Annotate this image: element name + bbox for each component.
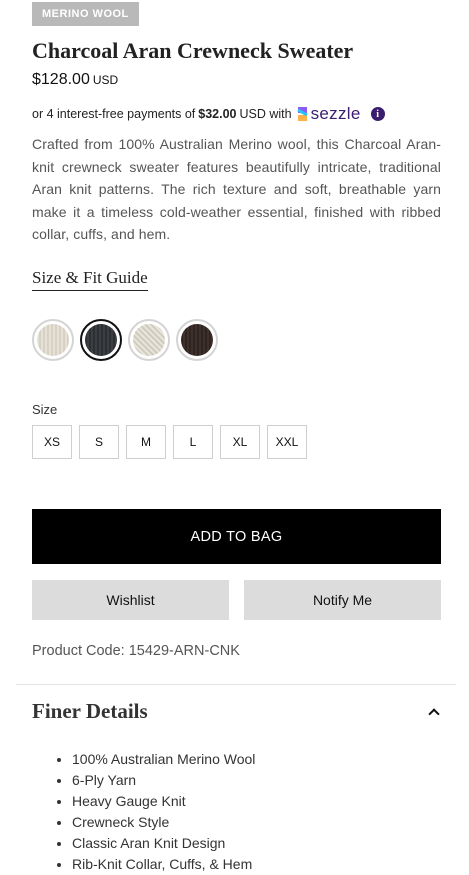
swatch-natural[interactable] (128, 319, 170, 361)
size-label: Size (32, 402, 58, 417)
swatch-charcoal-fill (85, 324, 117, 356)
notify-me-button[interactable]: Notify Me (244, 580, 441, 620)
sezzle-suffix: USD with (239, 107, 292, 121)
list-item: 6-Ply Yarn (72, 770, 255, 791)
add-to-bag-button[interactable]: ADD TO BAG (32, 509, 441, 564)
product-price: $128.00 USD (32, 71, 118, 89)
finer-details-list: 100% Australian Merino Wool 6-Ply Yarn H… (72, 749, 255, 875)
size-l-button[interactable]: L (173, 425, 213, 459)
list-item: Rib-Knit Collar, Cuffs, & Hem (72, 854, 255, 875)
wishlist-button[interactable]: Wishlist (32, 580, 229, 620)
price-amount: $128.00 (32, 71, 90, 88)
swatch-brown[interactable] (176, 319, 218, 361)
size-s-button[interactable]: S (79, 425, 119, 459)
size-selector: XS S M L XL XXL (32, 425, 307, 459)
swatch-charcoal[interactable] (80, 319, 122, 361)
size-xxl-button[interactable]: XXL (267, 425, 307, 459)
swatch-brown-fill (181, 324, 213, 356)
size-xs-button[interactable]: XS (32, 425, 72, 459)
sezzle-prefix: or 4 interest-free payments of (32, 107, 196, 121)
sezzle-amount: $32.00 (198, 107, 237, 121)
list-item: Heavy Gauge Knit (72, 791, 255, 812)
info-icon[interactable]: i (370, 107, 385, 121)
chevron-up-icon[interactable] (428, 708, 440, 720)
sezzle-brand: sezzle (310, 104, 361, 123)
list-item: 100% Australian Merino Wool (72, 749, 255, 770)
size-fit-guide-link[interactable]: Size & Fit Guide (32, 268, 148, 291)
sezzle-logo-icon (296, 107, 308, 121)
size-xl-button[interactable]: XL (220, 425, 260, 459)
swatch-cream-fill (37, 324, 69, 356)
list-item: Classic Aran Knit Design (72, 833, 255, 854)
sezzle-installments: or 4 interest-free payments of $32.00 US… (32, 104, 385, 124)
sezzle-logo[interactable]: sezzle (296, 104, 361, 124)
price-currency: USD (92, 73, 119, 87)
swatch-cream[interactable] (32, 319, 74, 361)
size-m-button[interactable]: M (126, 425, 166, 459)
product-code: Product Code: 15429-ARN-CNK (32, 643, 240, 659)
swatch-natural-fill (133, 324, 165, 356)
color-swatches (32, 319, 218, 361)
product-title: Charcoal Aran Crewneck Sweater (32, 38, 354, 63)
finer-details-title[interactable]: Finer Details (32, 699, 148, 724)
product-description: Crafted from 100% Australian Merino wool… (32, 136, 441, 242)
list-item: Crewneck Style (72, 812, 255, 833)
category-badge: MERINO WOOL (32, 2, 139, 26)
section-divider (16, 684, 456, 685)
